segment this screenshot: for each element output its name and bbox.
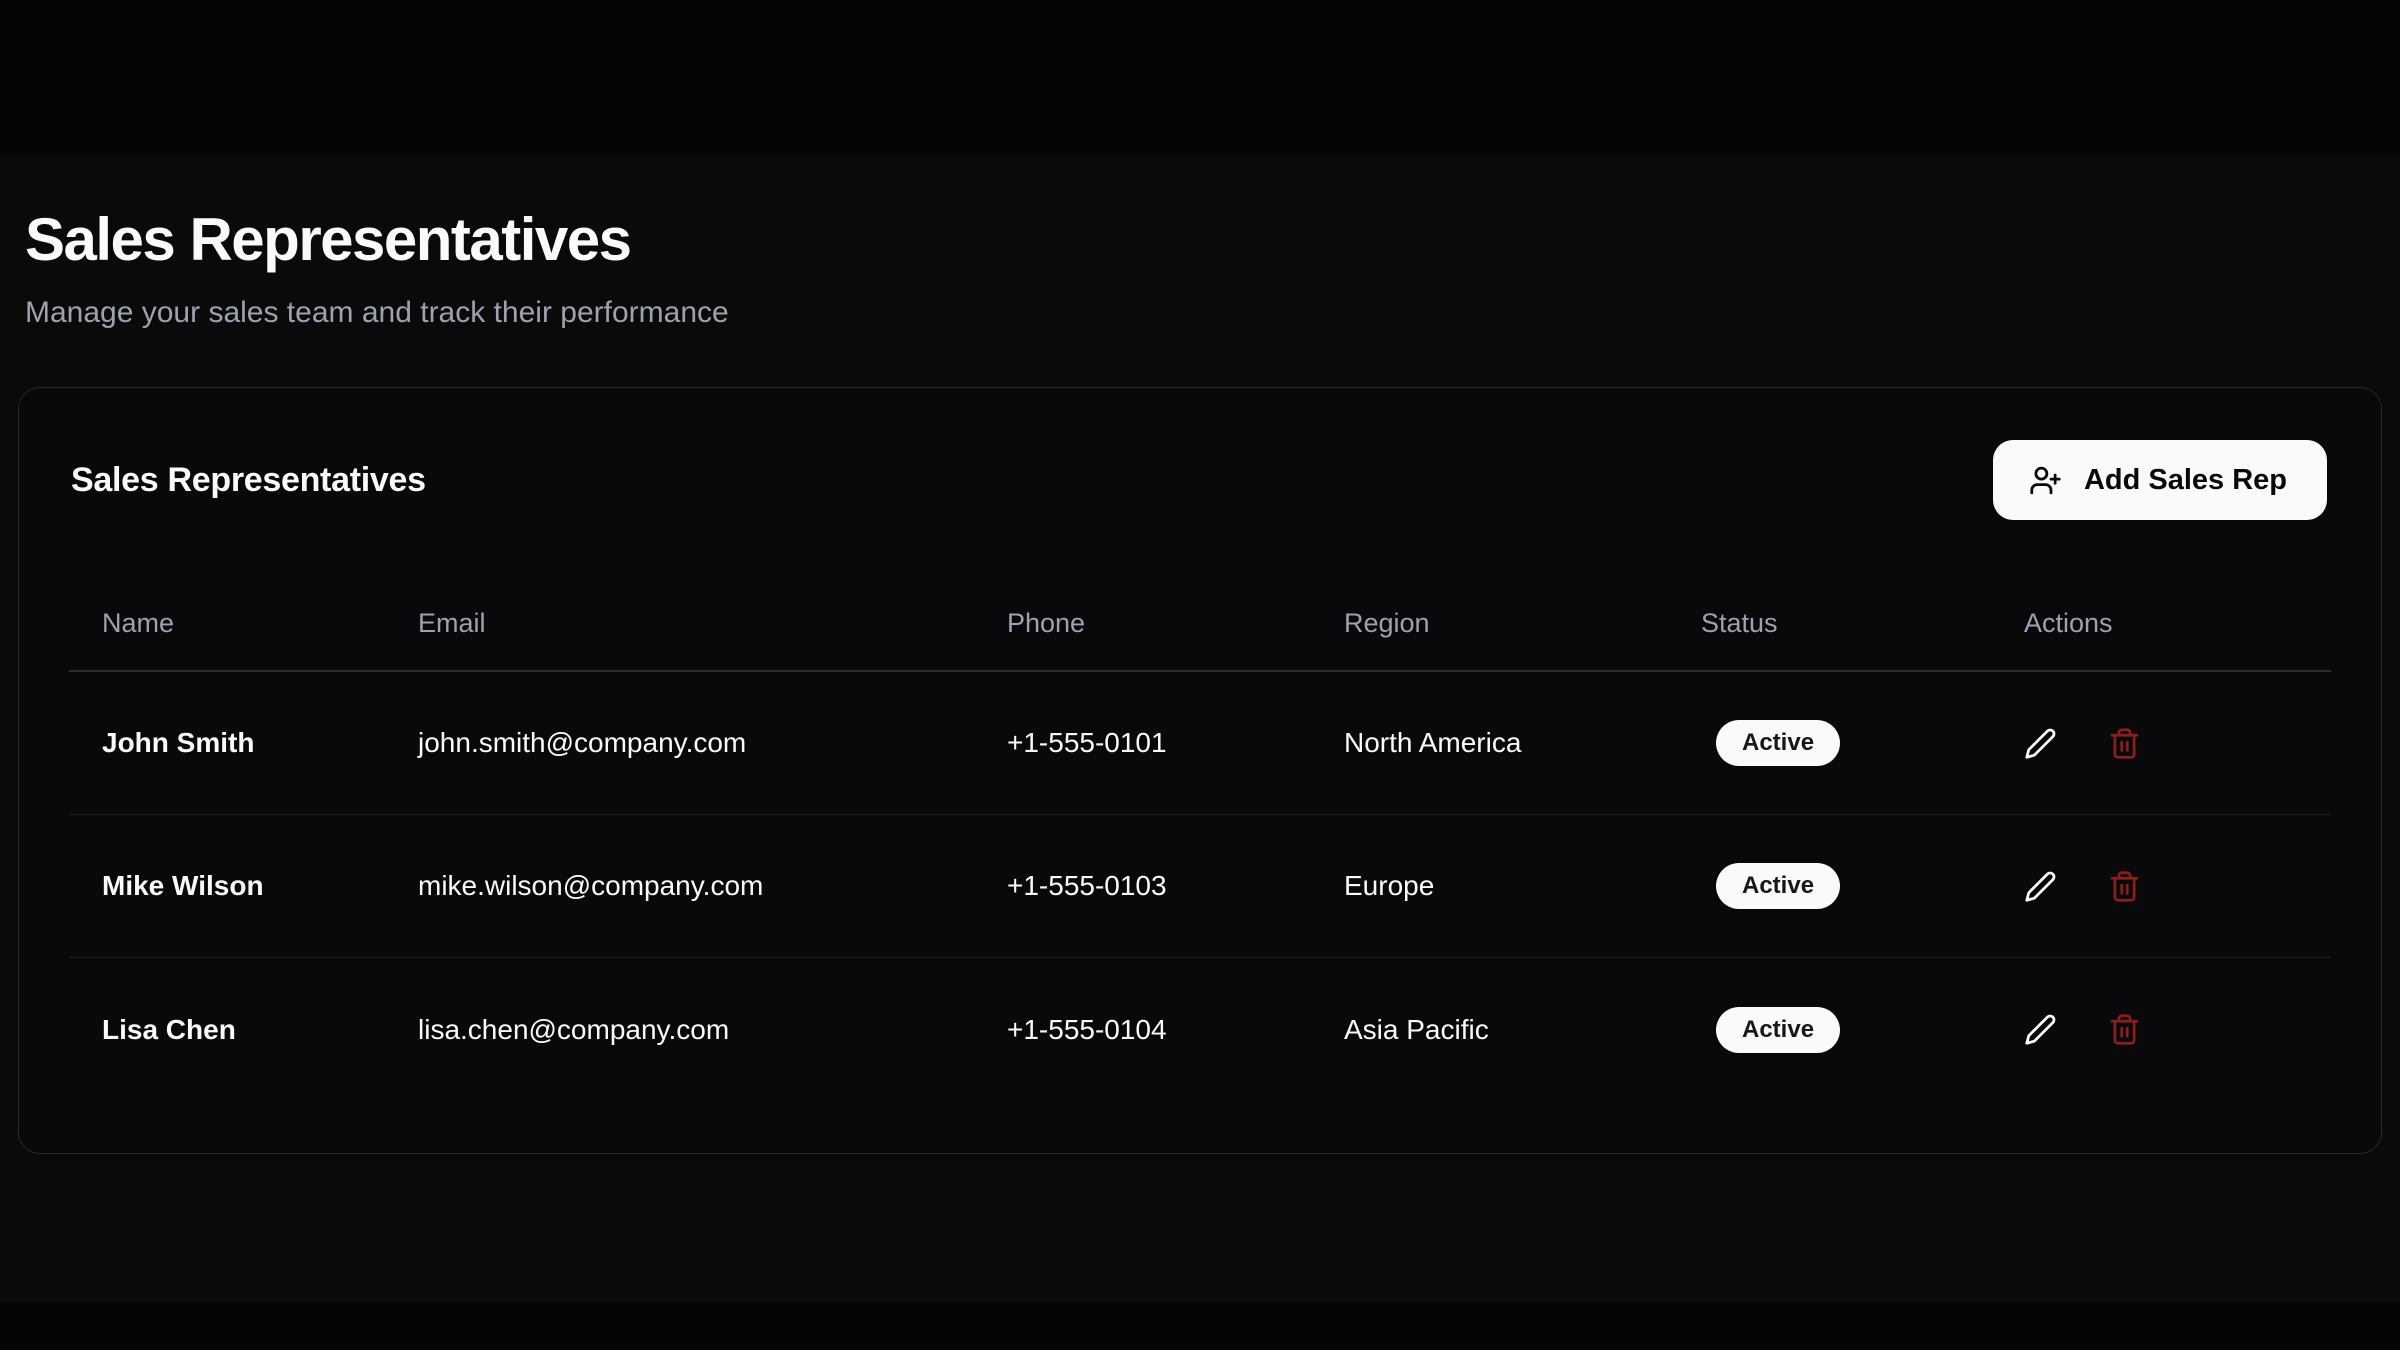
table-row: Lisa Chen lisa.chen@company.com +1-555-0… [69, 958, 2331, 1101]
column-header-phone: Phone [974, 608, 1311, 639]
cell-status: Active [1668, 720, 1991, 766]
edit-button[interactable] [2009, 855, 2071, 917]
table-header-row: Name Email Phone Region Status Actions [69, 576, 2331, 672]
trash-icon [2108, 1013, 2141, 1046]
pencil-icon [2024, 727, 2057, 760]
card-header: Sales Representatives Add Sales Rep [19, 388, 2381, 520]
cell-status: Active [1668, 1007, 1991, 1053]
cell-actions [1991, 999, 2331, 1061]
page-title: Sales Representatives [25, 207, 2382, 273]
card-title: Sales Representatives [71, 461, 426, 500]
column-header-email: Email [385, 608, 974, 639]
status-badge: Active [1716, 1007, 1840, 1053]
trash-icon [2108, 870, 2141, 903]
user-plus-icon [2029, 464, 2062, 497]
cell-email: john.smith@company.com [385, 727, 974, 759]
delete-button[interactable] [2093, 855, 2155, 917]
edit-button[interactable] [2009, 999, 2071, 1061]
table-row: John Smith john.smith@company.com +1-555… [69, 672, 2331, 815]
delete-button[interactable] [2093, 712, 2155, 774]
column-header-name: Name [69, 608, 385, 639]
delete-button[interactable] [2093, 999, 2155, 1061]
sales-reps-card: Sales Representatives Add Sales Rep [18, 387, 2382, 1154]
pencil-icon [2024, 870, 2057, 903]
table-row: Mike Wilson mike.wilson@company.com +1-5… [69, 815, 2331, 958]
status-badge: Active [1716, 720, 1840, 766]
main-content-area: Sales Representatives Manage your sales … [0, 157, 2400, 1302]
cell-name: John Smith [69, 727, 385, 759]
edit-button[interactable] [2009, 712, 2071, 774]
cell-email: mike.wilson@company.com [385, 870, 974, 902]
column-header-actions: Actions [1991, 608, 2331, 639]
cell-name: Lisa Chen [69, 1014, 385, 1046]
sales-reps-page: Sales Representatives Manage your sales … [0, 157, 2400, 1154]
cell-region: Asia Pacific [1311, 1014, 1668, 1046]
table-body: John Smith john.smith@company.com +1-555… [69, 672, 2331, 1101]
column-header-region: Region [1311, 608, 1668, 639]
cell-region: Europe [1311, 870, 1668, 902]
sales-reps-table: Name Email Phone Region Status Actions J… [19, 576, 2381, 1101]
add-sales-rep-button[interactable]: Add Sales Rep [1993, 440, 2327, 520]
cell-phone: +1-555-0103 [974, 870, 1311, 902]
cell-region: North America [1311, 727, 1668, 759]
page-subtitle: Manage your sales team and track their p… [25, 295, 2382, 331]
status-badge: Active [1716, 863, 1840, 909]
cell-phone: +1-555-0101 [974, 727, 1311, 759]
cell-actions [1991, 855, 2331, 917]
cell-phone: +1-555-0104 [974, 1014, 1311, 1046]
add-sales-rep-button-label: Add Sales Rep [2084, 464, 2287, 497]
column-header-status: Status [1668, 608, 1991, 639]
cell-actions [1991, 712, 2331, 774]
pencil-icon [2024, 1013, 2057, 1046]
trash-icon [2108, 727, 2141, 760]
cell-name: Mike Wilson [69, 870, 385, 902]
cell-email: lisa.chen@company.com [385, 1014, 974, 1046]
cell-status: Active [1668, 863, 1991, 909]
